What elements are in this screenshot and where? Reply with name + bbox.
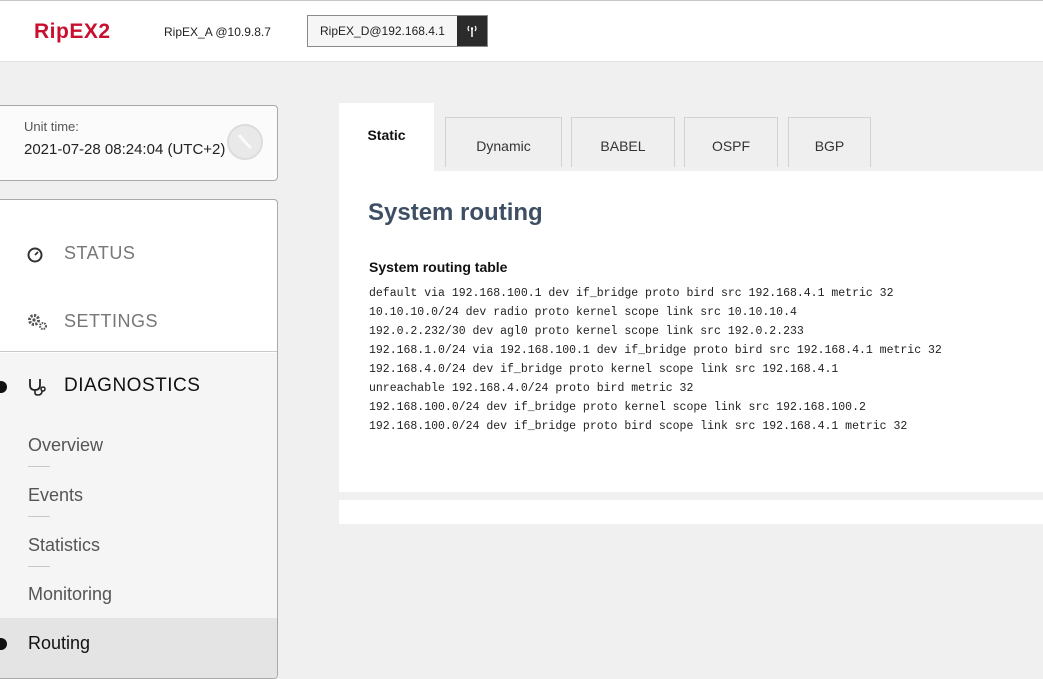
active-marker	[0, 381, 7, 393]
route-row: default via 192.168.100.1 dev if_bridge …	[369, 287, 894, 300]
antenna-signal-icon[interactable]	[456, 16, 487, 46]
menu-label-diagnostics: DIAGNOSTICS	[64, 375, 201, 396]
sub-item-routing[interactable]: Routing	[28, 633, 90, 654]
tab-dynamic[interactable]: Dynamic	[445, 117, 562, 167]
top-border	[0, 0, 1043, 1]
unit-time-value: 2021-07-28 08:24:04 (UTC+2)	[24, 141, 226, 158]
unit-time-card: Unit time: 2021-07-28 08:24:04 (UTC+2)	[0, 105, 278, 181]
sub-item-overview[interactable]: Overview	[28, 435, 103, 456]
clock-icon[interactable]	[225, 122, 265, 162]
sub-item-monitoring[interactable]: Monitoring	[28, 584, 112, 605]
panel-footer	[339, 500, 1043, 524]
side-menu: STATUS SETTINGS DIAGNOSTICS Overview Eve…	[0, 199, 278, 679]
menu-separator	[0, 351, 277, 352]
unit-time-label: Unit time:	[24, 119, 79, 134]
tab-ospf[interactable]: OSPF	[684, 117, 778, 167]
gauge-icon	[27, 247, 43, 263]
tab-bgp[interactable]: BGP	[788, 117, 871, 167]
menu-label-status: STATUS	[64, 243, 136, 263]
sub-separator	[28, 566, 50, 567]
remote-unit-label: RipEX_D@192.168.4.1	[320, 24, 445, 38]
menu-item-status[interactable]: STATUS	[0, 240, 277, 270]
logo-text: RipEX	[34, 20, 99, 43]
sub-separator	[28, 466, 50, 467]
sub-item-events[interactable]: Events	[28, 485, 83, 506]
routing-table: default via 192.168.100.1 dev if_bridge …	[369, 284, 942, 436]
tab-static[interactable]: Static	[339, 103, 434, 171]
sub-separator	[28, 516, 50, 517]
remote-unit-selector[interactable]: RipEX_D@192.168.4.1	[307, 15, 488, 47]
route-row: 192.0.2.232/30 dev agl0 proto kernel sco…	[369, 325, 804, 338]
logo-suffix: 2	[98, 20, 111, 43]
top-bar: RipEX2 RipEX_A @10.9.8.7 RipEX_D@192.168…	[0, 0, 1043, 62]
route-row: 10.10.10.0/24 dev radio proto kernel sco…	[369, 306, 797, 319]
menu-item-diagnostics[interactable]: DIAGNOSTICS	[0, 372, 277, 402]
page-title: System routing	[368, 199, 543, 226]
sub-item-statistics[interactable]: Statistics	[28, 535, 100, 556]
routing-table-title: System routing table	[369, 259, 508, 275]
menu-label-settings: SETTINGS	[64, 311, 159, 331]
local-unit-label: RipEX_A @10.9.8.7	[164, 25, 271, 39]
routing-panel: System routing System routing table defa…	[339, 171, 1043, 492]
gears-icon	[28, 314, 47, 330]
route-row: 192.168.4.0/24 dev if_bridge proto kerne…	[369, 363, 839, 376]
menu-item-settings[interactable]: SETTINGS	[0, 307, 277, 337]
stethoscope-icon	[29, 379, 46, 396]
route-row: unreachable 192.168.4.0/24 proto bird me…	[369, 382, 694, 395]
tab-babel[interactable]: BABEL	[571, 117, 675, 167]
ripex-logo[interactable]: RipEX2	[34, 20, 111, 44]
route-row: 192.168.1.0/24 via 192.168.100.1 dev if_…	[369, 344, 942, 357]
route-row: 192.168.100.0/24 dev if_bridge proto ker…	[369, 401, 866, 414]
route-row: 192.168.100.0/24 dev if_bridge proto bir…	[369, 420, 908, 433]
